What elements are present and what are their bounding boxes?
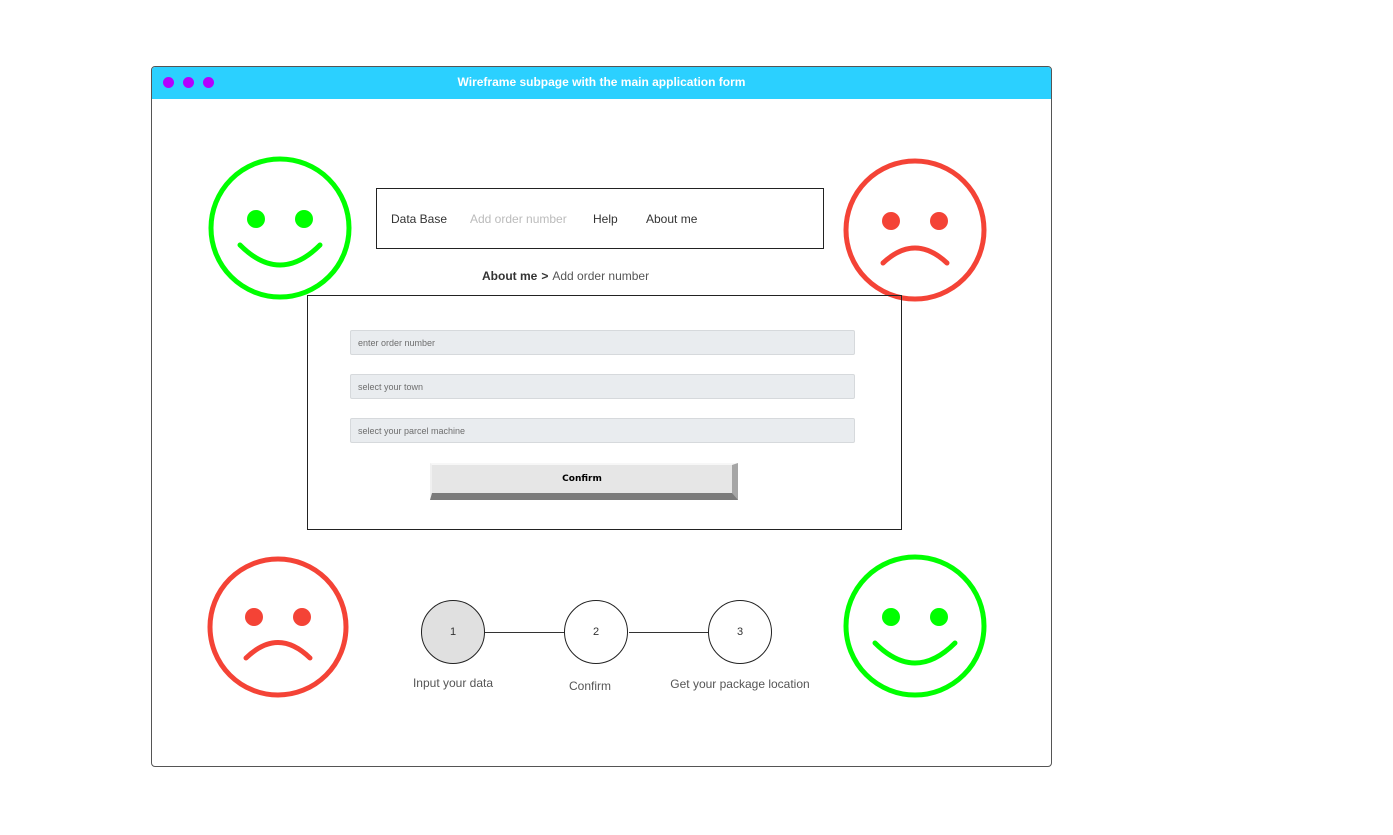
- nav-item-about-me[interactable]: About me: [646, 212, 697, 226]
- window-title: Wireframe subpage with the main applicat…: [457, 75, 746, 89]
- nav-item-help[interactable]: Help: [593, 212, 618, 226]
- breadcrumb: About me > Add order number: [482, 269, 649, 283]
- step-3-label: Get your package location: [670, 677, 810, 691]
- breadcrumb-separator: >: [541, 269, 549, 283]
- sad-face-icon: [843, 158, 987, 302]
- breadcrumb-parent[interactable]: About me: [482, 269, 537, 283]
- nav-item-add-order-number[interactable]: Add order number: [470, 212, 567, 226]
- main-nav: Data Base Add order number Help About me: [376, 188, 824, 249]
- breadcrumb-current: Add order number: [552, 269, 650, 283]
- step-connector: [629, 632, 709, 633]
- order-number-input[interactable]: [350, 330, 855, 355]
- confirm-button[interactable]: Confirm: [430, 463, 738, 500]
- town-select[interactable]: [350, 374, 855, 399]
- order-form: Confirm: [307, 295, 902, 530]
- step-2[interactable]: 2: [564, 600, 628, 664]
- app-window: Wireframe subpage with the main applicat…: [151, 66, 1052, 767]
- title-bar: Wireframe subpage with the main applicat…: [152, 67, 1051, 99]
- sad-face-icon: [207, 556, 349, 698]
- step-2-label: Confirm: [568, 679, 611, 693]
- parcel-machine-select[interactable]: [350, 418, 855, 443]
- step-1-label: Input your data: [412, 676, 494, 690]
- step-3[interactable]: 3: [708, 600, 772, 664]
- happy-face-icon: [208, 156, 352, 300]
- step-1[interactable]: 1: [421, 600, 485, 664]
- nav-item-data-base[interactable]: Data Base: [391, 212, 447, 226]
- step-connector: [485, 632, 565, 633]
- happy-face-icon: [843, 554, 987, 698]
